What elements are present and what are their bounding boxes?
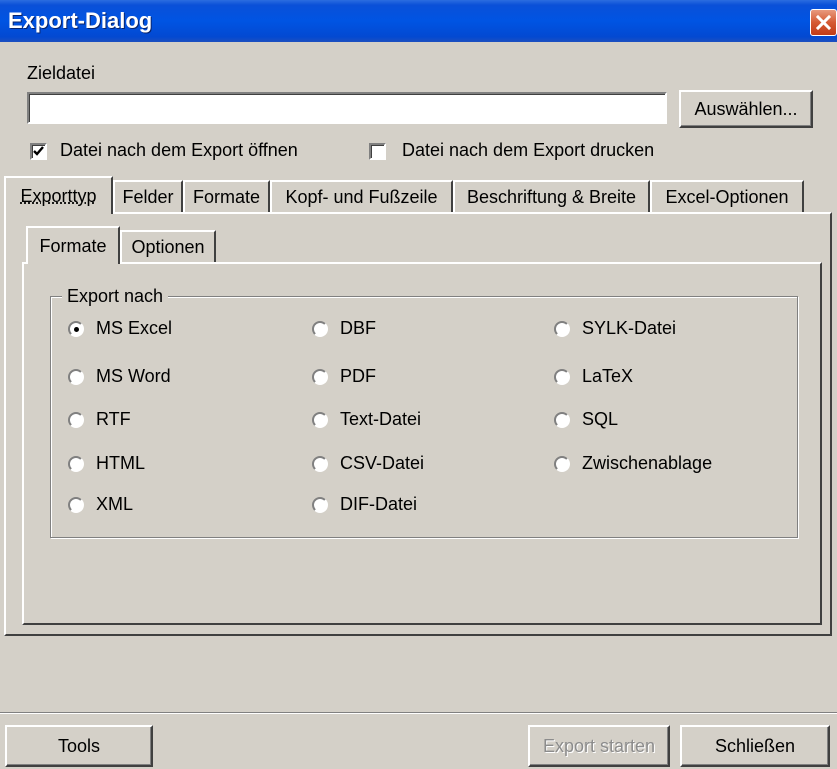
- tools-button[interactable]: Tools: [5, 725, 153, 767]
- export-group-legend: Export nach: [62, 286, 169, 307]
- radio-dot: [312, 320, 328, 337]
- subtab-formate[interactable]: Formate: [26, 226, 120, 264]
- radio-dot: [554, 320, 570, 337]
- radio-latex-label: LaTeX: [582, 366, 634, 386]
- radio-dif-datei-label: DIF-Datei: [340, 494, 418, 514]
- radio-dot: [554, 455, 570, 472]
- tab-excel-optionen-label: Excel-Optionen: [665, 186, 789, 207]
- radio-xml[interactable]: XML: [68, 494, 133, 515]
- radio-text-datei[interactable]: Text-Datei: [312, 409, 421, 430]
- radio-pdf[interactable]: PDF: [312, 366, 376, 387]
- radio-latex[interactable]: LaTeX: [554, 366, 633, 387]
- tab-beschriftung-breite-label: Beschriftung & Breite: [466, 186, 637, 207]
- radio-dot: [68, 496, 84, 513]
- window-title: Export-Dialog: [8, 8, 153, 33]
- radio-dot: [312, 496, 328, 513]
- radio-sql[interactable]: SQL: [554, 409, 618, 430]
- radio-sql-label: SQL: [582, 409, 619, 429]
- subtab-optionen[interactable]: Optionen: [120, 230, 216, 262]
- radio-html[interactable]: HTML: [68, 453, 145, 474]
- radio-zwischenablage-label: Zwischenablage: [582, 453, 713, 473]
- open-after-label: Datei nach dem Export öffnen: [60, 140, 298, 160]
- close-icon: [815, 14, 832, 31]
- title-bar: Export-Dialog: [0, 0, 837, 42]
- tab-formate-label: Formate: [192, 186, 261, 207]
- radio-sylk-datei-label: SYLK-Datei: [582, 318, 677, 338]
- tab-exporttyp[interactable]: Exporttyp: [4, 176, 113, 214]
- print-after-checkbox[interactable]: [369, 143, 386, 160]
- open-after-checkbox[interactable]: [30, 143, 47, 160]
- tab-kopf-fusszeile-label: Kopf- und Fußzeile: [285, 186, 438, 207]
- checkmark-icon: [33, 146, 44, 156]
- export-start-button[interactable]: Export starten: [528, 725, 670, 767]
- browse-button[interactable]: Auswählen...: [679, 90, 813, 128]
- radio-dot: [68, 320, 84, 337]
- radio-rtf-label: RTF: [96, 409, 131, 429]
- radio-ms-excel[interactable]: MS Excel: [68, 318, 172, 339]
- tab-felder-label: Felder: [122, 186, 174, 207]
- radio-pdf-label: PDF: [340, 366, 376, 386]
- tab-formate[interactable]: Formate: [183, 180, 270, 212]
- close-dialog-button[interactable]: Schließen: [680, 725, 830, 767]
- radio-ms-word-label: MS Word: [96, 366, 171, 386]
- tab-exporttyp-label: Exporttyp: [20, 185, 97, 206]
- footer-divider: [0, 712, 837, 714]
- radio-dbf-label: DBF: [340, 318, 376, 338]
- target-file-input[interactable]: [27, 92, 667, 124]
- radio-dot: [554, 411, 570, 428]
- radio-dbf[interactable]: DBF: [312, 318, 376, 339]
- print-after-label: Datei nach dem Export drucken: [402, 140, 655, 160]
- radio-dot: [312, 411, 328, 428]
- radio-dot: [312, 455, 328, 472]
- tab-beschriftung-breite[interactable]: Beschriftung & Breite: [453, 180, 650, 212]
- tab-excel-optionen[interactable]: Excel-Optionen: [650, 180, 804, 212]
- subtab-optionen-label: Optionen: [131, 236, 205, 257]
- radio-xml-label: XML: [96, 494, 134, 514]
- radio-csv-datei-label: CSV-Datei: [340, 453, 425, 473]
- radio-text-datei-label: Text-Datei: [340, 409, 422, 429]
- target-file-label: Zieldatei: [27, 63, 96, 83]
- radio-sylk-datei[interactable]: SYLK-Datei: [554, 318, 676, 339]
- radio-rtf[interactable]: RTF: [68, 409, 131, 430]
- radio-dot: [312, 368, 328, 385]
- radio-dot: [68, 455, 84, 472]
- radio-dif-datei[interactable]: DIF-Datei: [312, 494, 417, 515]
- radio-dot: [68, 411, 84, 428]
- radio-html-label: HTML: [96, 453, 145, 473]
- tab-kopf-fusszeile[interactable]: Kopf- und Fußzeile: [270, 180, 453, 212]
- radio-ms-excel-label: MS Excel: [96, 318, 173, 338]
- subtab-formate-label: Formate: [39, 235, 107, 256]
- radio-csv-datei[interactable]: CSV-Datei: [312, 453, 424, 474]
- radio-dot: [554, 368, 570, 385]
- radio-zwischenablage[interactable]: Zwischenablage: [554, 453, 712, 474]
- close-button[interactable]: [810, 9, 837, 36]
- radio-dot: [68, 368, 84, 385]
- radio-ms-word[interactable]: MS Word: [68, 366, 171, 387]
- tab-felder[interactable]: Felder: [113, 180, 183, 212]
